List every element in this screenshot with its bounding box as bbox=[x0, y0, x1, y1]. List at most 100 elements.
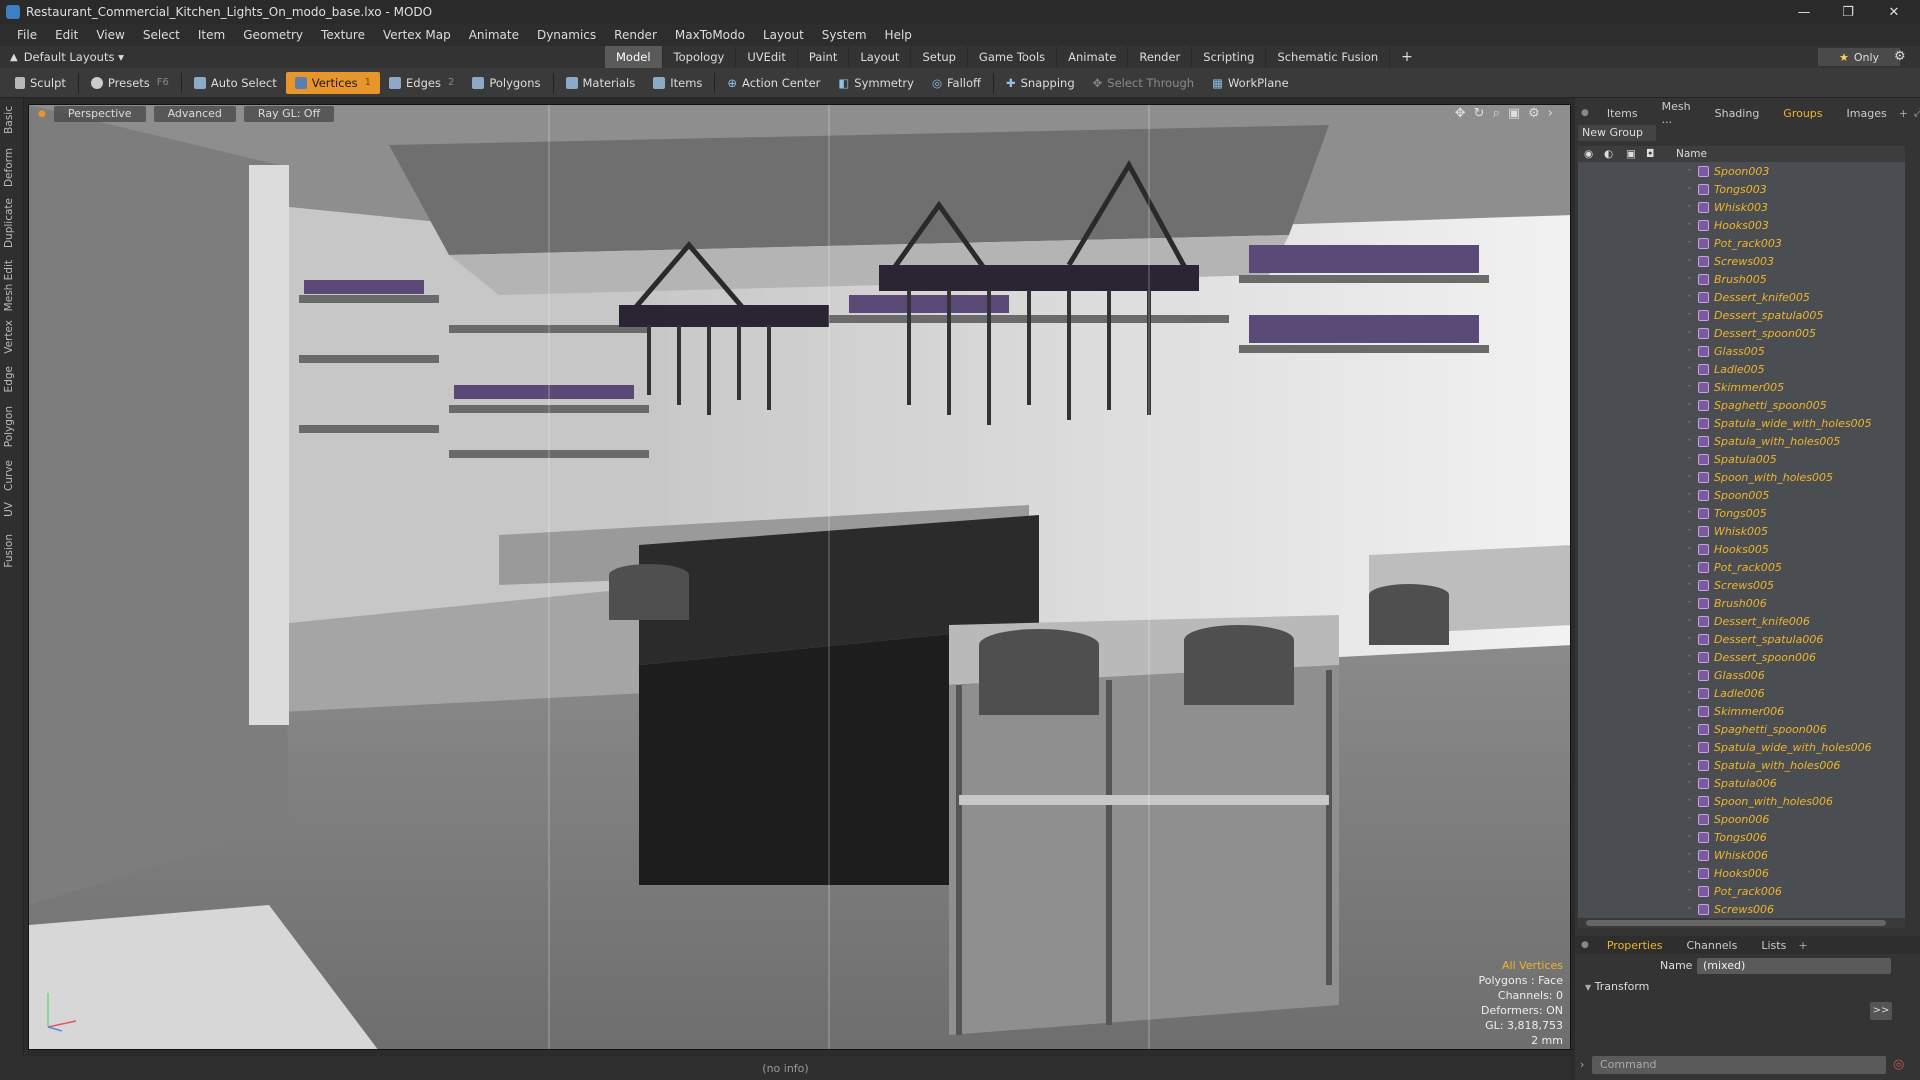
render-toggle-icon[interactable]: ◐ bbox=[1604, 148, 1613, 160]
workplane-button[interactable]: ▦ WorkPlane bbox=[1203, 72, 1298, 94]
vertices-button[interactable]: Vertices 1 bbox=[285, 71, 380, 94]
tab-items[interactable]: Items bbox=[1595, 107, 1650, 120]
vtab-curve[interactable]: Curve bbox=[3, 460, 21, 491]
list-item[interactable]: ╴ Spatula006 bbox=[1578, 774, 1905, 792]
list-item[interactable]: ╴ Whisk006 bbox=[1578, 846, 1905, 864]
visibility-eye-icon[interactable]: ◉ bbox=[1584, 148, 1593, 160]
list-item[interactable]: ╴ Glass005 bbox=[1578, 342, 1905, 360]
list-item[interactable]: ╴ Hooks003 bbox=[1578, 216, 1905, 234]
items-button[interactable]: Items bbox=[644, 72, 711, 94]
vtab-basic[interactable]: Basic bbox=[3, 106, 21, 134]
menu-texture[interactable]: Texture bbox=[321, 28, 365, 42]
menu-system[interactable]: System bbox=[822, 28, 867, 42]
list-item[interactable]: ╴ Pot_rack006 bbox=[1578, 882, 1905, 900]
list-item[interactable]: ╴ Spoon005 bbox=[1578, 486, 1905, 504]
list-item[interactable]: ╴ Pot_rack003 bbox=[1578, 234, 1905, 252]
close-button[interactable]: ✕ bbox=[1872, 0, 1916, 24]
list-item[interactable]: ╴ Tongs005 bbox=[1578, 504, 1905, 522]
menu-maxtomodo[interactable]: MaxToModo bbox=[675, 28, 745, 42]
vtab-mesh-edit[interactable]: Mesh Edit bbox=[3, 260, 21, 311]
expand-view-icon[interactable]: › bbox=[1548, 106, 1553, 121]
menu-dynamics[interactable]: Dynamics bbox=[537, 28, 596, 42]
list-item[interactable]: ╴ Skimmer006 bbox=[1578, 702, 1905, 720]
list-item[interactable]: ╴ Spoon003 bbox=[1578, 162, 1905, 180]
select-toggle-icon[interactable]: ◘ bbox=[1646, 148, 1654, 160]
layouts-dropdown[interactable]: ▲ Default Layouts ▾ bbox=[0, 50, 134, 64]
sculpt-button[interactable]: Sculpt bbox=[6, 72, 75, 94]
list-item[interactable]: ╴ Dessert_spoon005 bbox=[1578, 324, 1905, 342]
edges-button[interactable]: Edges 2 bbox=[380, 72, 463, 94]
lock-icon[interactable]: ▣ bbox=[1626, 148, 1636, 160]
list-item[interactable]: ╴ Skimmer005 bbox=[1578, 378, 1905, 396]
list-item[interactable]: ╴ Whisk005 bbox=[1578, 522, 1905, 540]
vtab-polygon[interactable]: Polygon bbox=[3, 406, 21, 447]
vtab-uv[interactable]: UV bbox=[3, 502, 21, 517]
perspective-button[interactable]: Perspective bbox=[53, 106, 146, 122]
snapping-button[interactable]: ✚ Snapping bbox=[997, 72, 1084, 94]
menu-file[interactable]: File bbox=[17, 28, 37, 42]
list-item[interactable]: ╴ Spoon006 bbox=[1578, 810, 1905, 828]
list-item[interactable]: ╴ Screws005 bbox=[1578, 576, 1905, 594]
advanced-button[interactable]: Advanced bbox=[153, 106, 236, 122]
menu-geometry[interactable]: Geometry bbox=[243, 28, 303, 42]
tab-animate[interactable]: Animate bbox=[1057, 46, 1129, 68]
tab-topology[interactable]: Topology bbox=[663, 46, 737, 68]
menu-item[interactable]: Item bbox=[198, 28, 225, 42]
tab-lists[interactable]: Lists bbox=[1749, 939, 1798, 952]
move-view-icon[interactable]: ✥ bbox=[1455, 106, 1466, 121]
list-item[interactable]: ╴ Whisk003 bbox=[1578, 198, 1905, 216]
list-item[interactable]: ╴ Screws003 bbox=[1578, 252, 1905, 270]
expand-props-button[interactable]: >> bbox=[1870, 1002, 1892, 1020]
action-center-button[interactable]: ⊕ Action Center bbox=[718, 72, 829, 94]
tab-setup[interactable]: Setup bbox=[911, 46, 968, 68]
render-view-icon[interactable]: ▣ bbox=[1508, 106, 1520, 121]
tab-images[interactable]: Images bbox=[1835, 107, 1899, 120]
tab-game-tools[interactable]: Game Tools bbox=[968, 46, 1058, 68]
scrollbar-thumb[interactable] bbox=[1586, 920, 1886, 926]
list-item[interactable]: ╴ Tongs003 bbox=[1578, 180, 1905, 198]
menu-animate[interactable]: Animate bbox=[469, 28, 519, 42]
name-field[interactable]: (mixed) bbox=[1697, 958, 1891, 974]
list-item[interactable]: ╴ Dessert_spoon006 bbox=[1578, 648, 1905, 666]
tab-groups[interactable]: Groups bbox=[1771, 107, 1834, 120]
list-item[interactable]: ╴ Spatula_wide_with_holes005 bbox=[1578, 414, 1905, 432]
list-item[interactable]: ╴ Spaghetti_spoon006 bbox=[1578, 720, 1905, 738]
presets-button[interactable]: Presets F6 bbox=[82, 72, 178, 94]
list-item[interactable]: ╴ Dessert_spatula005 bbox=[1578, 306, 1905, 324]
falloff-button[interactable]: ◎ Falloff bbox=[923, 72, 990, 94]
panel-expand-icon[interactable]: ⤢ bbox=[1914, 106, 1920, 120]
only-button[interactable]: ★ Only bbox=[1818, 48, 1900, 66]
transform-section[interactable]: ▼ Transform bbox=[1585, 980, 1649, 993]
list-item[interactable]: ╴ Tongs006 bbox=[1578, 828, 1905, 846]
groups-list-scrollbar[interactable] bbox=[1578, 918, 1905, 928]
tab-render[interactable]: Render bbox=[1128, 46, 1193, 68]
list-item[interactable]: ╴ Spatula_with_holes006 bbox=[1578, 756, 1905, 774]
list-item[interactable]: ╴ Screws006 bbox=[1578, 900, 1905, 918]
tab-properties[interactable]: Properties bbox=[1595, 939, 1675, 952]
polygons-button[interactable]: Polygons bbox=[463, 72, 549, 94]
maximize-button[interactable]: ❐ bbox=[1826, 0, 1870, 24]
command-input[interactable]: Command bbox=[1592, 1056, 1886, 1074]
menu-render[interactable]: Render bbox=[614, 28, 657, 42]
menu-edit[interactable]: Edit bbox=[55, 28, 78, 42]
list-item[interactable]: ╴ Spatula_wide_with_holes006 bbox=[1578, 738, 1905, 756]
auto-select-button[interactable]: Auto Select bbox=[185, 72, 286, 94]
3d-viewport[interactable] bbox=[28, 104, 1571, 1050]
list-item[interactable]: ╴ Glass006 bbox=[1578, 666, 1905, 684]
viewport-menu-icon[interactable]: ● bbox=[38, 109, 46, 119]
minimize-button[interactable]: — bbox=[1782, 0, 1826, 24]
list-item[interactable]: ╴ Ladle005 bbox=[1578, 360, 1905, 378]
tab-scripting[interactable]: Scripting bbox=[1192, 46, 1267, 68]
list-item[interactable]: ╴ Dessert_knife005 bbox=[1578, 288, 1905, 306]
gear-icon[interactable]: ⚙ bbox=[1894, 49, 1906, 64]
raygl-button[interactable]: Ray GL: Off bbox=[243, 106, 335, 122]
list-item[interactable]: ╴ Dessert_spatula006 bbox=[1578, 630, 1905, 648]
vtab-duplicate[interactable]: Duplicate bbox=[3, 198, 21, 248]
tab-schematic-fusion[interactable]: Schematic Fusion bbox=[1266, 46, 1391, 68]
vtab-edge[interactable]: Edge bbox=[3, 366, 21, 392]
materials-button[interactable]: Materials bbox=[557, 72, 645, 94]
tab-mesh[interactable]: Mesh ... bbox=[1650, 100, 1703, 126]
list-item[interactable]: ╴ Brush006 bbox=[1578, 594, 1905, 612]
panel-menu-icon[interactable]: ● bbox=[1575, 108, 1595, 118]
menu-layout[interactable]: Layout bbox=[763, 28, 804, 42]
